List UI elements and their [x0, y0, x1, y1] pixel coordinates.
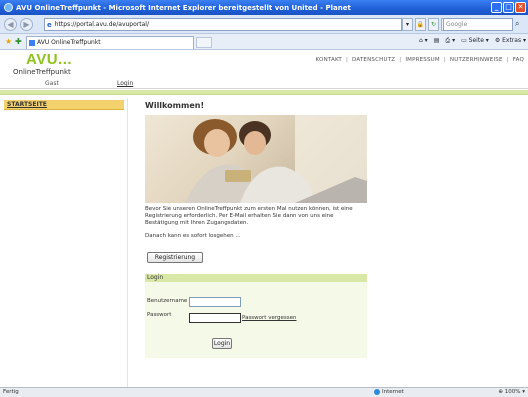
window-titlebar: AVU OnlineTreffpunkt - Microsoft Interne… [0, 0, 528, 15]
hero-image [145, 115, 367, 203]
nav-faq[interactable]: FAQ [513, 57, 524, 63]
login-link[interactable]: Login [117, 80, 133, 87]
intro-text-2: Danach kann es sofort losgehen ... [145, 233, 241, 239]
username-label: Benutzername [147, 298, 188, 304]
command-bar: ⌂ ▾ ▤ ⎙ ▾ ▭ Seite ▾ ⚙ Extras ▾ [419, 37, 526, 45]
user-label: Gast [45, 80, 59, 87]
page-content: AVU... OnlineTreffpunkt KONTAKT | DATENSC… [0, 50, 528, 387]
dropdown-icon[interactable]: ▾ [402, 18, 413, 31]
new-tab-button[interactable] [196, 37, 212, 48]
security-zone: Internet [374, 389, 404, 395]
gear-icon: ⚙ [494, 37, 503, 44]
password-input[interactable] [189, 313, 241, 323]
forward-button[interactable]: ▶ [20, 18, 33, 31]
site-header: AVU... OnlineTreffpunkt KONTAKT | DATENSC… [0, 50, 528, 79]
print-icon[interactable]: ⎙ ▾ [445, 37, 455, 45]
feeds-icon[interactable]: ▤ [434, 37, 440, 45]
tab-bar: ★ ✚ AVU OnlineTreffpunkt ⌂ ▾ ▤ ⎙ ▾ ▭ Sei… [0, 34, 528, 50]
back-button[interactable]: ◀ [4, 18, 17, 31]
status-text: Fertig [3, 389, 19, 395]
login-submit-button[interactable]: Login [212, 338, 232, 349]
logo-subtitle: OnlineTreffpunkt [13, 68, 71, 76]
zoom-control[interactable]: ⊕ 100% ▾ [498, 389, 525, 395]
page-icon: ▭ [461, 37, 469, 44]
user-bar: Gast Login [0, 79, 528, 89]
tools-menu[interactable]: ⚙ Extras ▾ [495, 37, 526, 45]
page-menu[interactable]: ▭ Seite ▾ [461, 37, 489, 45]
nav-impressum[interactable]: IMPRESSUM [405, 57, 440, 63]
zone-label: Internet [382, 389, 404, 395]
login-panel-title: Login [145, 274, 367, 282]
top-navigation: KONTAKT | DATENSCHUTZ | IMPRESSUM | NUTZERH… [315, 57, 524, 63]
password-label: Passwort [147, 312, 172, 318]
lock-icon[interactable]: 🔒 [415, 18, 426, 31]
green-divider [0, 90, 528, 95]
close-window-button[interactable]: ✕ [515, 2, 526, 13]
nav-nutzerhinweise[interactable]: NUTZERHINWEISE [450, 57, 503, 63]
nav-kontakt[interactable]: KONTAKT [316, 57, 342, 63]
url-input[interactable]: e https://portal.avu.de/avuportal/ [44, 18, 402, 31]
tab-active[interactable]: AVU OnlineTreffpunkt [26, 36, 194, 49]
window-controls: _ □ ✕ [491, 2, 526, 13]
intro-text: Bevor Sie unseren OnlineTreffpunkt zum e… [145, 206, 353, 226]
avu-logo[interactable]: AVU... [26, 51, 72, 68]
register-button[interactable]: Registrierung [147, 252, 203, 263]
favorites-star-icon[interactable]: ★ [5, 37, 12, 46]
home-icon[interactable]: ⌂ ▾ [419, 37, 428, 45]
tab-title: AVU OnlineTreffpunkt [37, 39, 101, 46]
forgot-password-link[interactable]: Passwort vergessen [242, 315, 296, 321]
sidebar: STARTSEITE [0, 98, 128, 387]
search-input[interactable]: Google [443, 18, 513, 31]
url-text: https://portal.avu.de/avuportal/ [54, 21, 149, 28]
address-bar: ◀ ▶ e https://portal.avu.de/avuportal/ ▾… [0, 15, 528, 34]
globe-icon [374, 389, 380, 395]
refresh-icon[interactable]: ↻ [428, 18, 439, 31]
login-panel: Login Benutzername Passwort Passwort ver… [145, 274, 367, 358]
tab-page-icon [29, 40, 35, 46]
ie-page-icon: e [47, 20, 52, 29]
nav-datenschutz[interactable]: DATENSCHUTZ [352, 57, 395, 63]
add-favorite-icon[interactable]: ✚ [15, 37, 22, 46]
page-title: Willkommen! [145, 101, 205, 110]
status-bar: Fertig Internet ⊕ 100% ▾ [0, 387, 528, 397]
maximize-button[interactable]: □ [503, 2, 514, 13]
search-icon[interactable]: ⌕ [515, 18, 526, 31]
minimize-button[interactable]: _ [491, 2, 502, 13]
window-title: AVU OnlineTreffpunkt - Microsoft Interne… [16, 3, 351, 12]
ie-icon [4, 3, 13, 12]
hero-illustration [185, 115, 367, 203]
sidebar-item-startseite[interactable]: STARTSEITE [4, 100, 124, 110]
username-input[interactable] [189, 297, 241, 307]
